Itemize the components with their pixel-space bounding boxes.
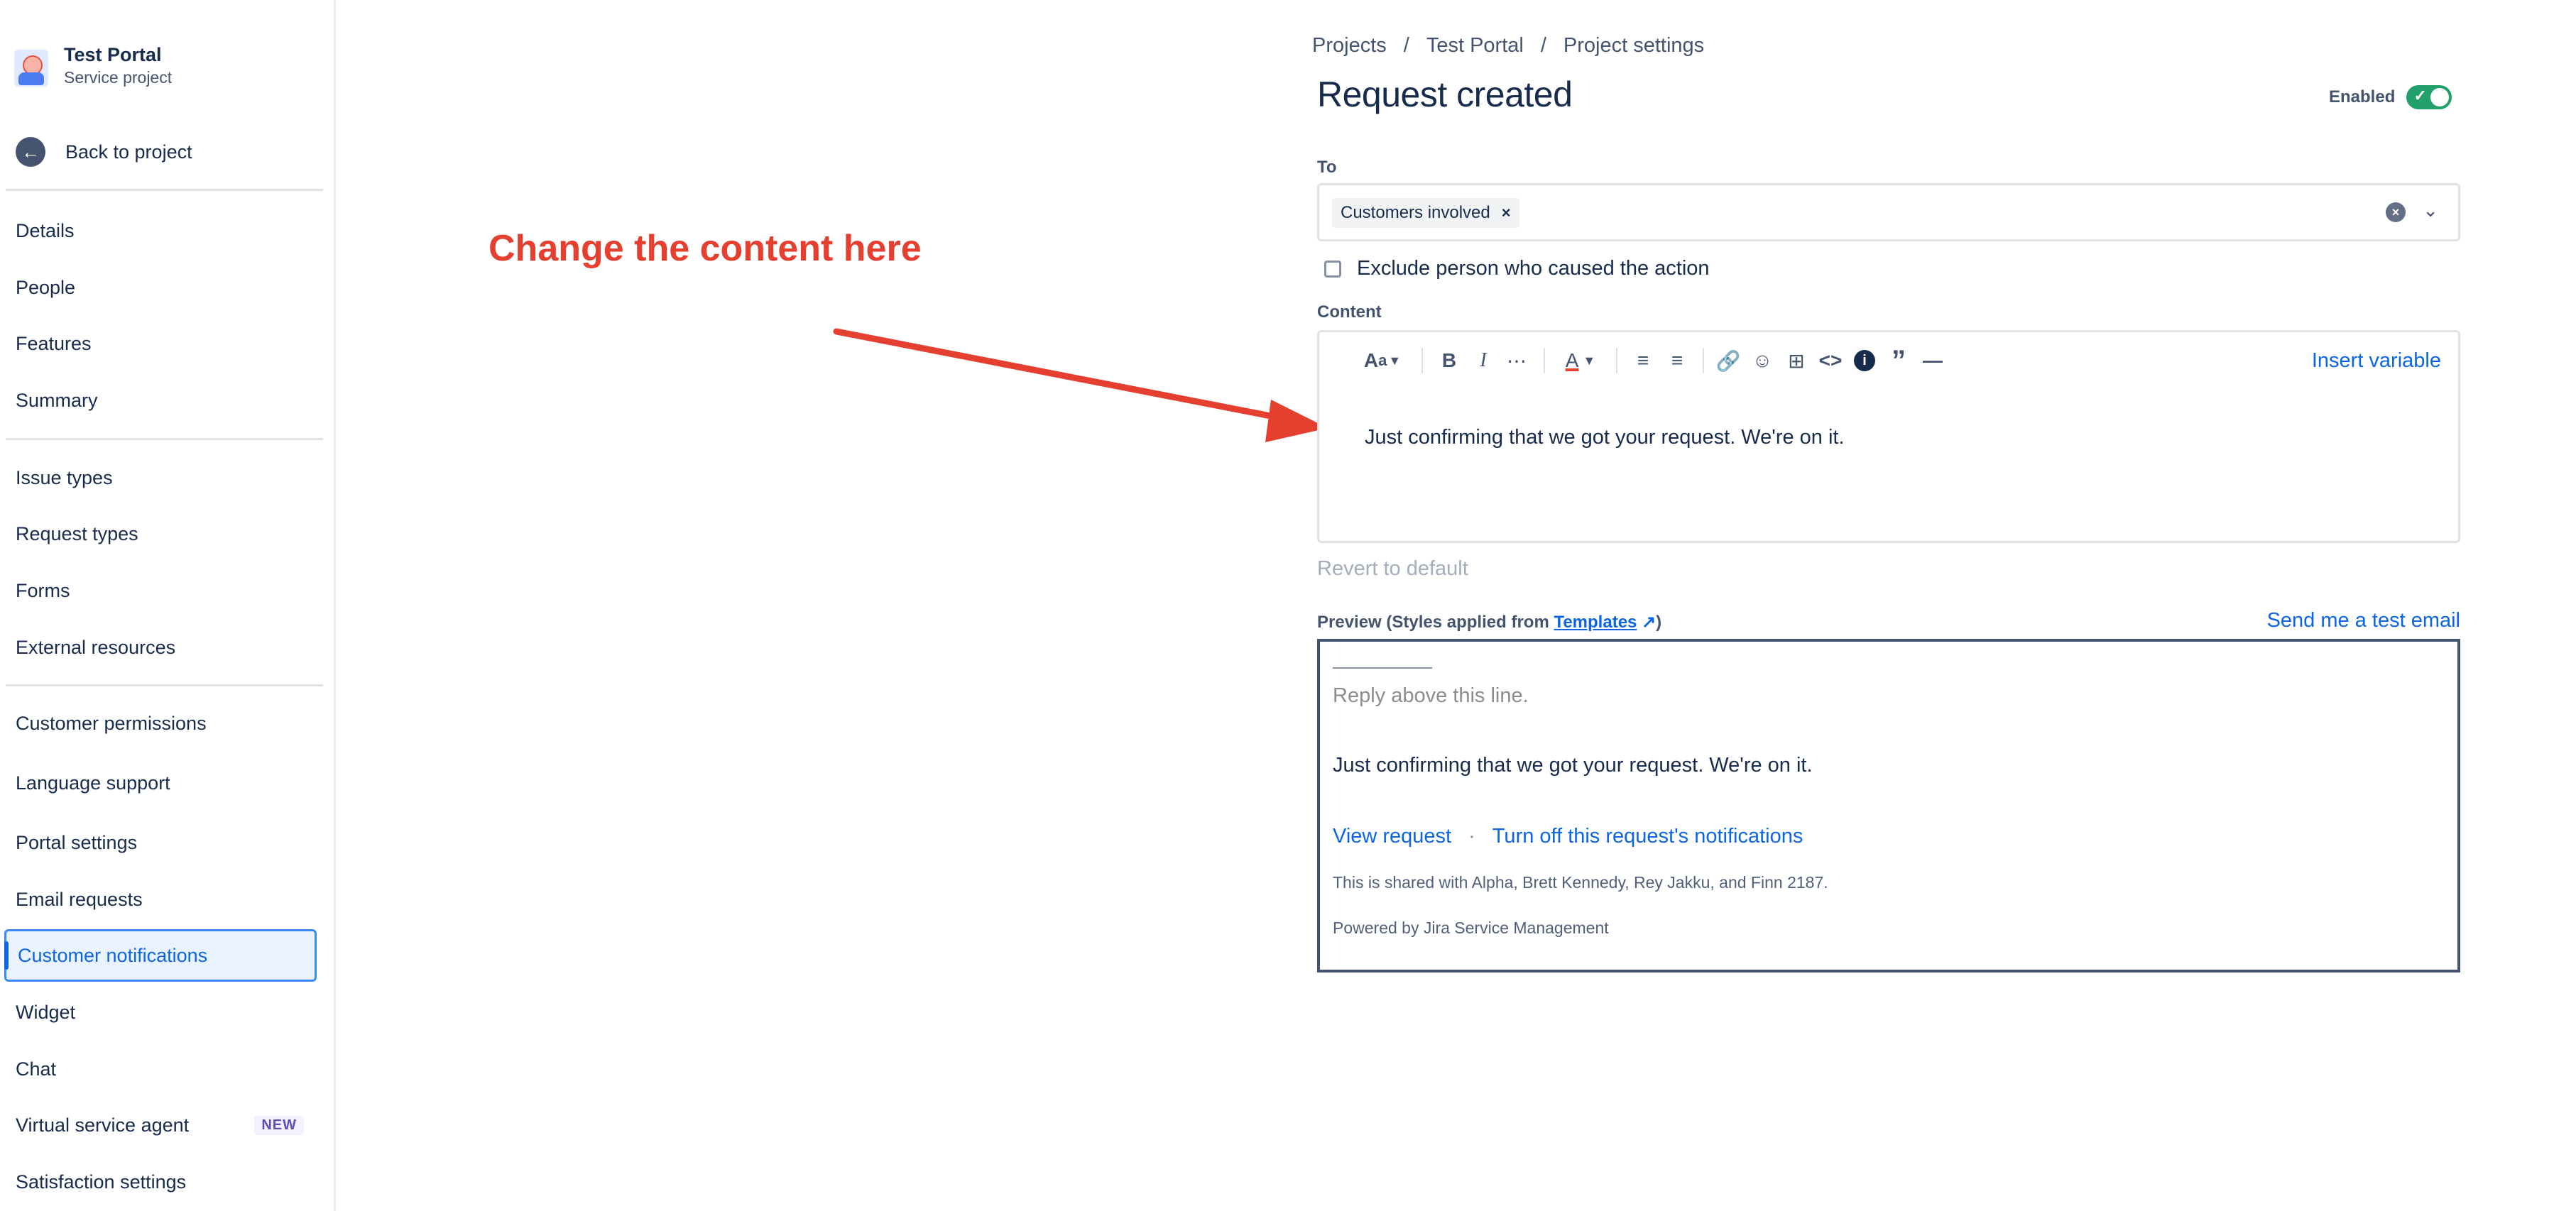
link-icon[interactable]: 🔗 bbox=[1716, 346, 1741, 375]
preview-links: View request · Turn off this request's n… bbox=[1333, 825, 1803, 848]
sidebar-item-details[interactable]: Details bbox=[4, 204, 317, 257]
divider bbox=[6, 189, 323, 191]
preview-body: Just confirming that we got your request… bbox=[1333, 754, 1813, 777]
breadcrumb-projects[interactable]: Projects bbox=[1312, 34, 1387, 57]
sidebar-item-email-requests[interactable]: Email requests bbox=[4, 873, 317, 926]
shared-with-text: This is shared with Alpha, Brett Kennedy… bbox=[1333, 873, 1828, 892]
check-icon: ✓ bbox=[2413, 87, 2427, 104]
content-label: Content bbox=[1317, 302, 1382, 322]
sidebar-item-issue-types[interactable]: Issue types bbox=[4, 451, 317, 504]
divider bbox=[6, 438, 323, 440]
breadcrumb-separator: / bbox=[1403, 34, 1409, 57]
project-header: Test Portal Service project bbox=[14, 43, 172, 88]
numbered-list-icon[interactable]: ≡ bbox=[1666, 346, 1688, 375]
recipient-chip: Customers involved × bbox=[1332, 198, 1519, 228]
preview-label-suffix: ) bbox=[1656, 613, 1662, 632]
project-avatar-icon bbox=[14, 50, 48, 87]
preview-label-prefix: Preview (Styles applied from bbox=[1317, 613, 1554, 632]
sidebar-item-summary[interactable]: Summary bbox=[4, 374, 317, 427]
breadcrumb: Projects / Test Portal / Project setting… bbox=[1312, 34, 1704, 57]
divider bbox=[6, 684, 323, 686]
external-link-icon[interactable]: ↗ bbox=[1642, 613, 1656, 632]
send-test-email-button[interactable]: Send me a test email bbox=[2267, 609, 2460, 632]
sidebar-item-virtual-service-agent[interactable]: Virtual service agent NEW bbox=[4, 1099, 317, 1151]
sidebar-item-people[interactable]: People bbox=[4, 261, 317, 314]
enabled-toggle[interactable]: ✓ bbox=[2406, 85, 2452, 109]
bullet-list-icon[interactable]: ≡ bbox=[1632, 346, 1654, 375]
reply-separator bbox=[1333, 667, 1432, 669]
clear-icon[interactable]: × bbox=[2386, 202, 2406, 222]
sidebar-item-external-resources[interactable]: External resources bbox=[4, 621, 317, 674]
info-panel-icon[interactable]: i bbox=[1853, 346, 1876, 375]
bold-icon[interactable]: B bbox=[1439, 346, 1460, 375]
chip-label: Customers involved bbox=[1341, 203, 1490, 222]
annotation-text: Change the content here bbox=[489, 228, 922, 269]
more-formatting-icon[interactable]: ⋯ bbox=[1504, 346, 1529, 375]
link-separator: · bbox=[1468, 825, 1475, 848]
preview-label: Preview (Styles applied from Templates ↗… bbox=[1317, 612, 1661, 632]
enabled-label: Enabled bbox=[2329, 87, 2396, 106]
sidebar-item-label: Virtual service agent bbox=[16, 1114, 190, 1136]
enabled-toggle-group: Enabled ✓ bbox=[2329, 85, 2452, 109]
sidebar-item-customer-permissions[interactable]: Customer permissions bbox=[4, 697, 317, 750]
email-preview: Reply above this line. Just confirming t… bbox=[1317, 639, 2460, 972]
annotation-arrow-icon bbox=[833, 328, 1328, 442]
emoji-icon[interactable]: ☺ bbox=[1751, 346, 1774, 375]
sidebar-item-language-support[interactable]: Language support bbox=[4, 757, 317, 809]
editor-toolbar: Aa ▼ B I ⋯ A ▼ ≡ ≡ 🔗 ☺ ⊞ <> i ” — Insert v… bbox=[1319, 332, 2458, 389]
breadcrumb-separator: / bbox=[1540, 34, 1546, 57]
sidebar-item-forms[interactable]: Forms bbox=[4, 564, 317, 617]
exclude-person-checkbox[interactable] bbox=[1324, 260, 1341, 278]
sidebar-item-customer-notifications[interactable]: Customer notifications bbox=[4, 929, 317, 982]
templates-link[interactable]: Templates bbox=[1554, 613, 1637, 632]
sidebar-item-satisfaction-settings[interactable]: Satisfaction settings bbox=[4, 1156, 317, 1208]
powered-by-text: Powered by Jira Service Management bbox=[1333, 919, 1609, 937]
text-style-icon[interactable]: Aa ▼ bbox=[1358, 346, 1407, 375]
chevron-down-icon[interactable]: ⌄ bbox=[2423, 199, 2438, 221]
sidebar-item-widget[interactable]: Widget bbox=[4, 986, 317, 1039]
sidebar-item-portal-settings[interactable]: Portal settings bbox=[4, 816, 317, 869]
page-title: Request created bbox=[1317, 75, 1573, 114]
italic-icon[interactable]: I bbox=[1473, 346, 1494, 375]
breadcrumb-test-portal[interactable]: Test Portal bbox=[1426, 34, 1524, 57]
sidebar-item-features[interactable]: Features bbox=[4, 317, 317, 370]
breadcrumb-project-settings[interactable]: Project settings bbox=[1563, 34, 1704, 57]
sidebar-item-request-types[interactable]: Request types bbox=[4, 508, 317, 560]
turn-off-notifications-link[interactable]: Turn off this request's notifications bbox=[1492, 825, 1803, 848]
sidebar-item-chat[interactable]: Chat bbox=[4, 1043, 317, 1095]
new-badge: NEW bbox=[254, 1116, 304, 1135]
reply-above-line: Reply above this line. bbox=[1333, 684, 1529, 707]
exclude-person-checkbox-row[interactable]: Exclude person who caused the action bbox=[1324, 257, 1710, 280]
sidebar: Test Portal Service project ← Back to pr… bbox=[0, 0, 336, 1211]
exclude-person-label: Exclude person who caused the action bbox=[1357, 257, 1710, 280]
project-title: Test Portal bbox=[64, 44, 162, 65]
to-select[interactable]: Customers involved × × ⌄ bbox=[1317, 183, 2460, 241]
content-editor[interactable]: Aa ▼ B I ⋯ A ▼ ≡ ≡ 🔗 ☺ ⊞ <> i ” — Insert v… bbox=[1317, 330, 2460, 543]
content-text[interactable]: Just confirming that we got your request… bbox=[1365, 426, 1845, 449]
code-icon[interactable]: <> bbox=[1818, 346, 1843, 375]
quote-icon[interactable]: ” bbox=[1887, 345, 1910, 376]
text-color-icon[interactable]: A ▼ bbox=[1559, 346, 1602, 375]
chip-remove-icon[interactable]: × bbox=[1502, 204, 1511, 222]
view-request-link[interactable]: View request bbox=[1333, 825, 1451, 848]
insert-variable-button[interactable]: Insert variable bbox=[2312, 349, 2441, 373]
project-subtitle: Service project bbox=[64, 68, 173, 87]
to-label: To bbox=[1317, 158, 1337, 177]
arrow-left-icon: ← bbox=[16, 137, 45, 167]
back-to-project-label: Back to project bbox=[65, 141, 192, 163]
divider-icon[interactable]: — bbox=[1921, 346, 1944, 375]
back-to-project-button[interactable]: ← Back to project bbox=[16, 137, 192, 167]
revert-to-default-button[interactable]: Revert to default bbox=[1317, 557, 1468, 581]
table-icon[interactable]: ⊞ bbox=[1785, 346, 1808, 375]
